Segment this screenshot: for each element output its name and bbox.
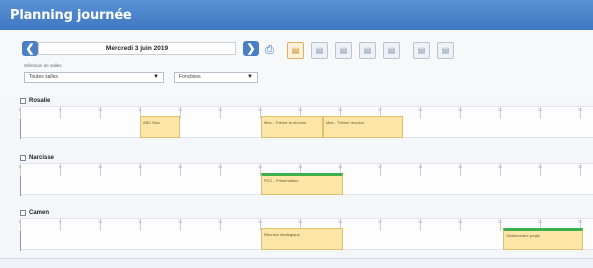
hour-label: 11 <box>138 165 142 169</box>
view-resources-button[interactable]: ▤ <box>437 42 454 59</box>
hour-label: 9 <box>59 108 61 112</box>
hour-label: 21 <box>538 220 542 224</box>
hour-label: 16 <box>338 108 342 112</box>
hour-label: 20 <box>498 220 502 224</box>
chevron-down-icon: ▼ <box>247 74 253 80</box>
hour-label: 18 <box>418 108 422 112</box>
calendar-rooms-icon: ▤ <box>417 46 426 55</box>
hour-label: 8 <box>19 220 21 224</box>
hour-label: 15 <box>298 220 302 224</box>
hour-label: 19 <box>458 108 462 112</box>
event-block[interactable]: Mes - Thème la réunion <box>261 116 323 138</box>
chevron-down-icon: ▼ <box>153 74 159 80</box>
calendar-day-icon: ▤ <box>291 46 300 55</box>
hour-label: 12 <box>178 108 182 112</box>
hour-label: 11 <box>138 108 142 112</box>
hour-label: 16 <box>338 220 342 224</box>
bottom-strip <box>0 258 593 268</box>
hour-label: 15 <box>298 108 302 112</box>
event-block[interactable]: PCC - Présentation <box>261 173 343 195</box>
event-block[interactable]: Gestionnaire projet <box>503 228 583 250</box>
hour-label: 15 <box>298 165 302 169</box>
event-block[interactable]: ABC Bloc <box>140 116 180 138</box>
room-checkbox[interactable] <box>20 210 26 216</box>
hour-label: 16 <box>338 165 342 169</box>
room-section-rosalie: Rosalie 8 9 10 11 12 13 14 15 16 17 18 19 20 21 22 ABC… <box>0 98 593 148</box>
view-week-button[interactable]: ▤ <box>311 42 328 59</box>
chevron-right-icon: ❯ <box>246 43 256 55</box>
hour-label: 22 <box>578 220 582 224</box>
event-block[interactable]: Mes - Thème réunion <box>323 116 403 138</box>
room-section-camen: Camen 8 9 10 11 12 13 14 15 16 17 18 19 20 21 22 Réuni… <box>0 210 593 260</box>
filter-label: Sélection de salles <box>24 63 62 68</box>
hour-label: 9 <box>59 220 61 224</box>
hour-label: 14 <box>258 220 262 224</box>
room-name: Rosalie <box>29 98 51 104</box>
hour-label: 22 <box>578 165 582 169</box>
page-title: Planning journée <box>0 0 593 30</box>
hour-label: 8 <box>19 108 21 112</box>
prev-day-button[interactable]: ❮ <box>22 41 38 56</box>
view-day-button[interactable]: ▤ <box>287 42 304 59</box>
printer-icon: ⎙ <box>265 44 274 56</box>
hour-label: 17 <box>378 165 382 169</box>
hour-label: 20 <box>498 165 502 169</box>
hour-label: 8 <box>19 165 21 169</box>
extra-filter-value: Fonctions <box>179 74 201 80</box>
room-name: Narcisse <box>29 155 55 161</box>
view-month-button[interactable]: ▤ <box>359 42 376 59</box>
calendar-5days-icon: ▤ <box>339 46 348 55</box>
calendar-resources-icon: ▤ <box>441 46 450 55</box>
hour-label: 22 <box>578 108 582 112</box>
hour-label: 9 <box>59 165 61 169</box>
room-timeline: 8 9 10 11 12 13 14 15 16 17 18 19 20 21 22 ABC Bloc Me… <box>19 106 593 139</box>
hour-label: 20 <box>498 108 502 112</box>
event-block[interactable]: Réunion stratégique <box>261 228 343 250</box>
hour-label: 13 <box>218 220 222 224</box>
room-filter-select[interactable]: Toutes salles ▼ <box>24 72 164 83</box>
hour-label: 19 <box>458 220 462 224</box>
next-day-button[interactable]: ❯ <box>243 41 259 56</box>
hour-label: 13 <box>218 165 222 169</box>
calendar-list-icon: ▤ <box>387 46 396 55</box>
hour-label: 13 <box>218 108 222 112</box>
date-display[interactable]: Mercredi 3 juin 2019 <box>38 42 236 55</box>
print-button[interactable]: ⎙ <box>261 42 278 59</box>
calendar-week-icon: ▤ <box>315 46 324 55</box>
view-rooms-button[interactable]: ▤ <box>413 42 430 59</box>
room-filter-value: Toutes salles <box>29 74 58 80</box>
hour-label: 17 <box>378 108 382 112</box>
room-timeline: 8 9 10 11 12 13 14 15 16 17 18 19 20 21 22 PCC - Prése… <box>19 163 593 196</box>
room-checkbox[interactable] <box>20 155 26 161</box>
hour-label: 18 <box>418 220 422 224</box>
hour-label: 11 <box>138 220 142 224</box>
toolbar: ❮ Mercredi 3 juin 2019 ❯ ⎙ ▤ ▤ ▤ ▤ ▤ ▤ ▤… <box>0 30 593 96</box>
hour-label: 12 <box>178 220 182 224</box>
room-header: Narcisse <box>20 155 54 161</box>
room-timeline: 8 9 10 11 12 13 14 15 16 17 18 19 20 21 22 Réunion str… <box>19 218 593 251</box>
hour-label: 14 <box>258 108 262 112</box>
room-checkbox[interactable] <box>20 98 26 104</box>
hour-label: 10 <box>98 220 102 224</box>
hour-label: 17 <box>378 220 382 224</box>
hour-label: 12 <box>178 165 182 169</box>
hour-label: 10 <box>98 108 102 112</box>
room-section-narcisse: Narcisse 8 9 10 11 12 13 14 15 16 17 18 19 20 21 22 PC… <box>0 155 593 205</box>
hour-label: 21 <box>538 165 542 169</box>
hour-label: 19 <box>458 165 462 169</box>
room-name: Camen <box>29 210 50 216</box>
hour-label: 18 <box>418 165 422 169</box>
hour-label: 21 <box>538 108 542 112</box>
hour-label: 10 <box>98 165 102 169</box>
view-list-button[interactable]: ▤ <box>383 42 400 59</box>
chevron-left-icon: ❮ <box>25 43 35 55</box>
extra-filter-select[interactable]: Fonctions ▼ <box>174 72 258 83</box>
room-header: Camen <box>20 210 49 216</box>
room-header: Rosalie <box>20 98 50 104</box>
view-5days-button[interactable]: ▤ <box>335 42 352 59</box>
hour-label: 14 <box>258 165 262 169</box>
calendar-month-icon: ▤ <box>363 46 372 55</box>
